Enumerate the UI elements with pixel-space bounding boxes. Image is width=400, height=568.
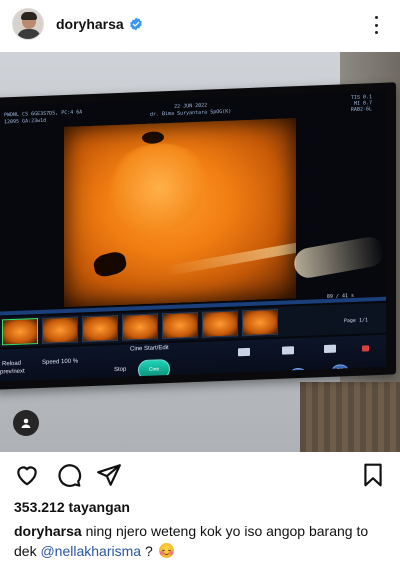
stop-label: Stop	[114, 366, 127, 374]
send-icon[interactable]	[96, 462, 122, 488]
verified-badge-icon	[129, 17, 142, 31]
cine-start-label: Cine Start/Edit	[130, 345, 169, 353]
post-header: doryharsa	[0, 0, 400, 48]
more-vertical-icon	[374, 16, 378, 19]
comment-icon[interactable]	[56, 462, 82, 488]
ultrasound-monitor: PWDNL CS 6GE3S7DS, PC:4 6A 12095 GA:23w1d…	[0, 82, 396, 390]
post-caption: doryharsa ning njero weteng kok yo iso a…	[14, 521, 386, 561]
caption-suffix: ?	[144, 543, 153, 559]
caption-username[interactable]: doryharsa	[14, 523, 82, 539]
more-options-button[interactable]	[366, 14, 386, 36]
ultrasound-image	[64, 118, 296, 308]
view-count[interactable]: 353.212 tayangan	[14, 499, 130, 515]
page-indicator: Page 1/1	[343, 317, 368, 325]
speed-label: Speed 100 %	[42, 358, 79, 366]
p3-label: P3	[332, 364, 348, 376]
monitor-info-right-3: RAB2-6L	[350, 106, 372, 114]
username[interactable]: doryharsa	[56, 16, 124, 32]
prev-next-label: prev/next	[0, 368, 25, 376]
avatar[interactable]	[12, 8, 44, 40]
bookmark-icon[interactable]	[360, 462, 386, 488]
post-actions	[0, 458, 400, 492]
p1-label: P1	[248, 371, 264, 382]
reload-label: Reload	[2, 360, 22, 368]
frame-counter: 89 / 41 s	[326, 292, 354, 300]
p2-label: P2	[290, 367, 306, 380]
blushing-smile-emoji-icon	[158, 543, 174, 558]
person-tag-icon[interactable]	[13, 410, 39, 436]
caption-mention[interactable]: @nellakharisma	[40, 543, 141, 559]
post-media[interactable]: PWDNL CS 6GE3S7DS, PC:4 6A 12095 GA:23w1d…	[0, 52, 400, 452]
cine-button-label: Cine	[138, 358, 170, 381]
heart-icon[interactable]	[14, 462, 40, 488]
